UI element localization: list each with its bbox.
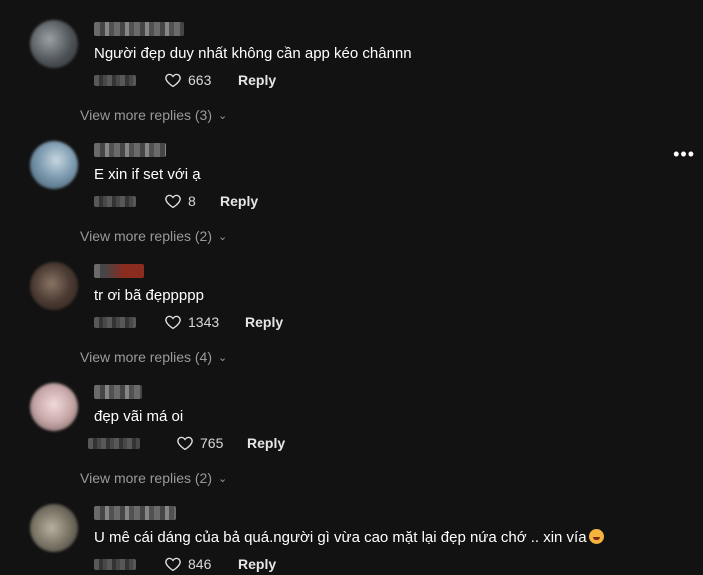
view-more-replies-label: View more replies (3) bbox=[80, 107, 213, 123]
reply-button[interactable]: Reply bbox=[238, 556, 276, 572]
view-more-replies[interactable]: View more replies (3) ⌄ bbox=[80, 107, 227, 123]
more-options-icon[interactable]: ••• bbox=[673, 144, 695, 165]
timestamp-blurred bbox=[88, 438, 140, 449]
reply-button[interactable]: Reply bbox=[247, 435, 285, 451]
view-more-replies-label: View more replies (4) bbox=[80, 349, 213, 365]
timestamp-blurred bbox=[94, 559, 136, 570]
comment-meta: 765 Reply bbox=[88, 433, 494, 453]
reply-button[interactable]: Reply bbox=[245, 314, 283, 330]
heart-icon[interactable] bbox=[164, 192, 182, 210]
like-count: 1343 bbox=[188, 314, 220, 330]
view-more-replies[interactable]: View more replies (4) ⌄ bbox=[80, 349, 227, 365]
username-blurred[interactable] bbox=[94, 385, 142, 399]
comment-meta: 1343 Reply bbox=[94, 312, 494, 332]
heart-icon[interactable] bbox=[164, 555, 182, 573]
reply-button[interactable]: Reply bbox=[220, 193, 258, 209]
like-count: 8 bbox=[188, 193, 196, 209]
view-more-replies[interactable]: View more replies (2) ⌄ bbox=[80, 470, 227, 486]
chevron-down-icon: ⌄ bbox=[218, 473, 228, 485]
like-count: 846 bbox=[188, 556, 212, 572]
avatar[interactable] bbox=[30, 262, 78, 310]
view-more-replies-label: View more replies (2) bbox=[80, 228, 213, 244]
laughing-emoji-icon bbox=[588, 529, 604, 544]
username-blurred[interactable] bbox=[94, 264, 144, 278]
timestamp-blurred bbox=[94, 317, 136, 328]
reply-button[interactable]: Reply bbox=[238, 72, 276, 88]
chevron-down-icon: ⌄ bbox=[218, 231, 228, 243]
comment-meta: 663 Reply bbox=[94, 70, 494, 90]
avatar[interactable] bbox=[30, 504, 78, 552]
avatar[interactable] bbox=[30, 383, 78, 431]
username-blurred[interactable] bbox=[94, 143, 166, 157]
view-more-replies[interactable]: View more replies (2) ⌄ bbox=[80, 228, 227, 244]
heart-icon[interactable] bbox=[176, 434, 194, 452]
like-count: 663 bbox=[188, 72, 212, 88]
heart-icon[interactable] bbox=[164, 313, 182, 331]
comment-text-body: U mê cái dáng của bả quá.người gì vừa ca… bbox=[94, 529, 587, 546]
username-blurred[interactable] bbox=[94, 22, 184, 36]
avatar[interactable] bbox=[30, 20, 78, 68]
avatar[interactable] bbox=[30, 141, 78, 189]
comment-text: E xin if set với ạ bbox=[94, 166, 201, 183]
chevron-down-icon: ⌄ bbox=[218, 352, 228, 364]
username-blurred[interactable] bbox=[94, 506, 176, 520]
chevron-down-icon: ⌄ bbox=[218, 110, 228, 122]
heart-icon[interactable] bbox=[164, 71, 182, 89]
like-count: 765 bbox=[200, 435, 224, 451]
comment-text: tr ơi bã đẹppppp bbox=[94, 287, 204, 304]
comment-text: Người đẹp duy nhất không cần app kéo châ… bbox=[94, 45, 412, 62]
timestamp-blurred bbox=[94, 196, 136, 207]
comment-meta: 846 Reply bbox=[94, 554, 494, 574]
view-more-replies-label: View more replies (2) bbox=[80, 470, 213, 486]
comment-meta: 8 Reply bbox=[94, 191, 494, 211]
comment-text: U mê cái dáng của bả quá.người gì vừa ca… bbox=[94, 529, 604, 546]
timestamp-blurred bbox=[94, 75, 136, 86]
comment-text: đẹp vãi má oi bbox=[94, 408, 184, 425]
